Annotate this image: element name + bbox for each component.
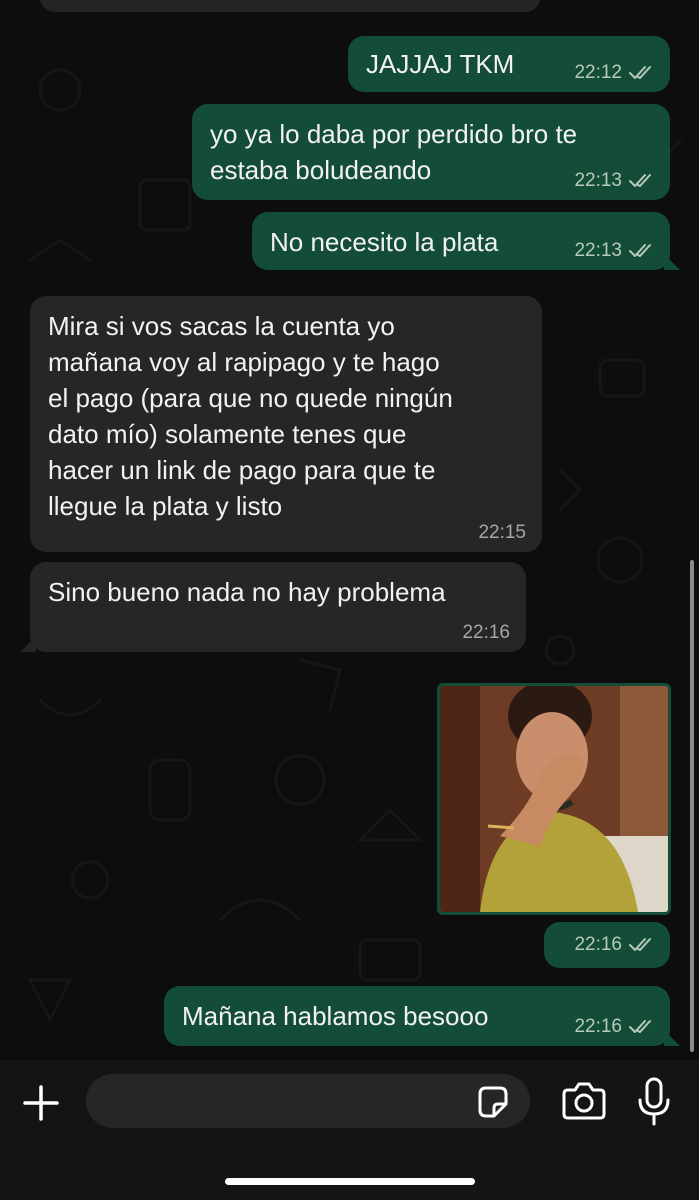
previous-message-bubble bbox=[40, 0, 540, 12]
message-meta: 22:13 bbox=[574, 240, 654, 262]
message-bubble-outgoing[interactable]: yo ya lo daba por perdido bro te estaba … bbox=[192, 104, 670, 200]
message-meta: 22:13 bbox=[574, 170, 654, 192]
message-meta: 22:12 bbox=[574, 62, 654, 84]
plus-icon[interactable] bbox=[18, 1080, 64, 1126]
message-text: JAJJAJ TKM bbox=[366, 49, 515, 79]
message-input[interactable] bbox=[86, 1074, 530, 1128]
double-check-icon bbox=[628, 65, 654, 81]
scrollbar[interactable] bbox=[690, 560, 694, 1052]
double-check-icon bbox=[628, 243, 654, 259]
message-text: Mañana hablamos besooo bbox=[182, 1001, 489, 1031]
bubble-tail bbox=[20, 636, 36, 652]
message-time: 22:12 bbox=[574, 62, 622, 83]
gif-thumbnail[interactable] bbox=[440, 686, 668, 912]
message-bubble-outgoing[interactable]: JAJJAJ TKM 22:12 bbox=[348, 36, 670, 92]
message-meta: 22:15 bbox=[478, 522, 526, 544]
message-meta: 22:16 bbox=[462, 622, 510, 644]
message-meta: 22:16 bbox=[574, 934, 654, 956]
message-bubble-outgoing[interactable]: No necesito la plata 22:13 bbox=[252, 212, 680, 270]
chat-screen: JAJJAJ TKM 22:12 yo ya lo daba por perdi… bbox=[0, 0, 699, 1200]
gif-timestamp-bubble: 22:16 bbox=[544, 922, 670, 968]
camera-icon[interactable] bbox=[560, 1080, 608, 1124]
home-indicator[interactable] bbox=[225, 1178, 475, 1185]
message-bubble-outgoing[interactable]: Mañana hablamos besooo 22:16 bbox=[164, 986, 680, 1046]
double-check-icon bbox=[628, 173, 654, 189]
message-time: 22:13 bbox=[574, 170, 622, 191]
message-bubble-incoming[interactable]: Mira si vos sacas la cuenta yo mañana vo… bbox=[30, 296, 542, 552]
message-text: yo ya lo daba por perdido bro te estaba … bbox=[210, 119, 578, 185]
message-time: 22:16 bbox=[574, 934, 622, 955]
message-list[interactable]: JAJJAJ TKM 22:12 yo ya lo daba por perdi… bbox=[0, 0, 699, 1060]
message-meta: 22:16 bbox=[574, 1016, 654, 1038]
bubble-tail bbox=[664, 1030, 680, 1046]
gif-message[interactable] bbox=[437, 683, 671, 915]
microphone-icon[interactable] bbox=[636, 1076, 672, 1128]
message-time: 22:16 bbox=[462, 622, 510, 643]
bubble-tail bbox=[664, 254, 680, 270]
message-time: 22:13 bbox=[574, 240, 622, 261]
message-text: Sino bueno nada no hay problema bbox=[48, 577, 446, 607]
message-bubble-incoming[interactable]: Sino bueno nada no hay problema 22:16 bbox=[20, 562, 526, 652]
sticker-icon[interactable] bbox=[474, 1084, 510, 1120]
message-time: 22:15 bbox=[478, 522, 526, 543]
message-time: 22:16 bbox=[574, 1016, 622, 1037]
message-text: No necesito la plata bbox=[270, 227, 499, 257]
message-text: Mira si vos sacas la cuenta yo mañana vo… bbox=[48, 311, 453, 521]
double-check-icon bbox=[628, 937, 654, 953]
double-check-icon bbox=[628, 1019, 654, 1035]
